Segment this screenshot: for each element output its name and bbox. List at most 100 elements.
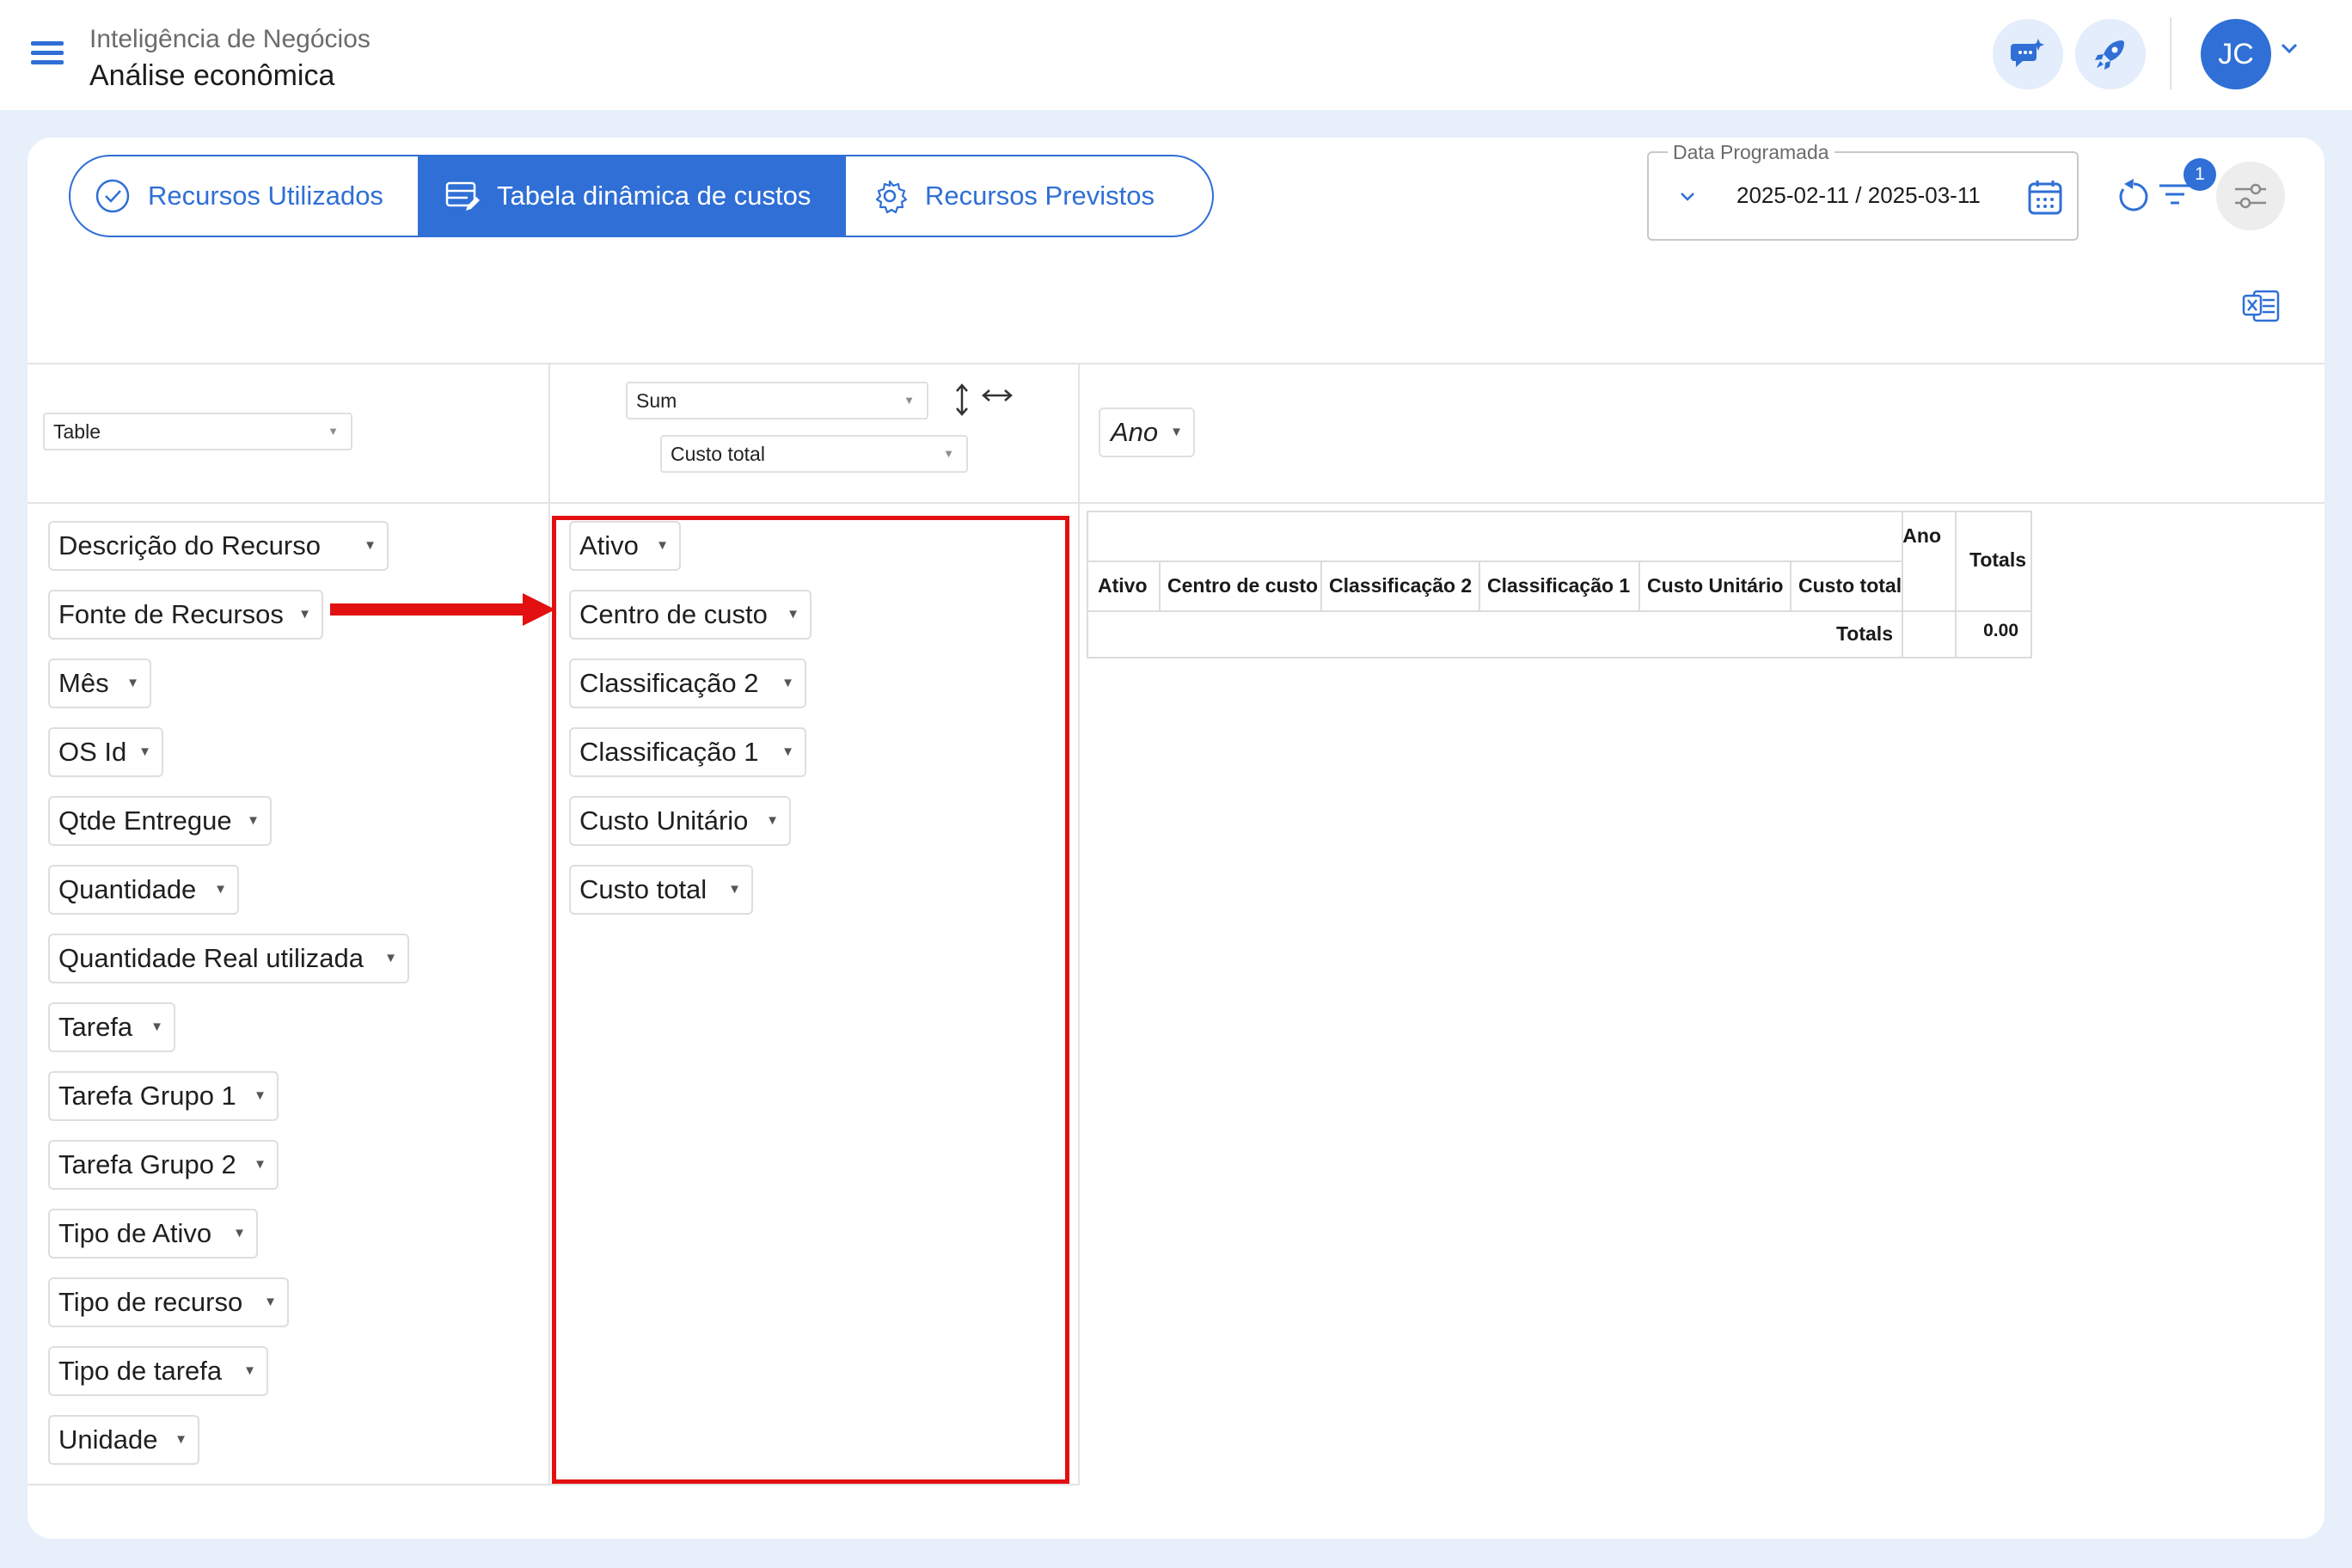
attribute-pill[interactable]: Unidade ▼ [48,1415,199,1465]
chevron-down-icon[interactable] [2280,41,2299,55]
avatar[interactable]: JC [2201,19,2271,89]
row-header-cell: Custo total [1798,574,1902,597]
attribute-pill[interactable]: OS Id ▼ [48,727,163,777]
row-header-cell: Classificação 1 [1487,574,1631,597]
row-sort-order-icon[interactable] [954,383,970,416]
attribute-pill[interactable]: Mês ▼ [48,658,151,708]
pivot-grid-line [28,502,2324,504]
aggregator-select[interactable]: Sum ▼ [626,382,928,420]
dropdown-arrow-icon: ▼ [126,676,139,690]
attribute-pill[interactable]: Tarefa Grupo 2 ▼ [48,1140,279,1190]
attribute-label: Tarefa Grupo 1 [58,1081,236,1111]
calendar-icon[interactable] [2027,179,2063,217]
table-line [1638,560,1640,610]
date-range-value: 2025-02-11 / 2025-03-11 [1736,182,1981,208]
attribute-pill[interactable]: Quantidade Real utilizada ▼ [48,934,409,983]
attribute-label: Tipo de tarefa [58,1356,223,1386]
date-field-label: Data Programada [1668,141,1834,164]
pivot-grid-line [1078,363,1080,1485]
attribute-label: OS Id [58,737,127,767]
dropdown-arrow-icon: ▼ [364,538,377,553]
pivot-grid-line [28,363,2324,364]
value-field-select[interactable]: Custo total ▼ [660,435,968,473]
chat-button[interactable] [1993,19,2063,89]
pivot-grid-line [28,1484,1080,1485]
column-attribute-ano[interactable]: Ano ▼ [1099,407,1195,457]
row-header-cell: Custo Unitário [1647,574,1784,597]
dropdown-arrow-icon: ▼ [298,607,311,622]
tab-label: Tabela dinâmica de custos [497,181,812,211]
table-line [1479,560,1480,610]
dropdown-arrow-icon: ▼ [264,1295,277,1309]
table-line [1159,560,1161,610]
table-line [1088,610,2030,612]
header-divider [2170,17,2171,89]
table-line [1790,560,1792,610]
attribute-pill[interactable]: Tarefa Grupo 1 ▼ [48,1071,279,1121]
attribute-label: Tarefa [58,1012,133,1042]
main-card: Recursos Utilizados Tabela dinâmica de c… [28,138,2324,1539]
column-attribute-label: Ano [1111,417,1159,447]
dropdown-arrow-icon: ▼ [254,1157,266,1172]
renderer-value: Table [53,420,101,443]
dropdown-arrow-icon: ▼ [1170,425,1183,439]
attribute-label: Qtde Entregue [58,805,232,836]
tab-label: Recursos Previstos [925,181,1155,211]
gear-icon [875,180,908,214]
attribute-label: Unidade [58,1424,158,1455]
rocket-icon [2095,40,2124,70]
pivot-result-table: Ano Totals Ativo Centro de custo Classif… [1087,511,2032,658]
chat-sparkle-icon [2011,39,2044,67]
highlight-box [552,516,1069,1484]
excel-export-icon[interactable] [2242,289,2280,323]
chevron-down-icon[interactable] [1678,191,1697,203]
attribute-label: Fonte de Recursos [58,599,284,629]
attribute-pill[interactable]: Tipo de tarefa ▼ [48,1346,268,1396]
attribute-label: Tipo de Ativo [58,1218,212,1248]
tab-recursos-previstos[interactable]: Recursos Previstos [846,156,1212,236]
tab-label: Recursos Utilizados [148,181,383,211]
attribute-pill[interactable]: Tipo de Ativo ▼ [48,1209,258,1259]
view-tabs: Recursos Utilizados Tabela dinâmica de c… [69,155,1214,237]
attribute-pill[interactable]: Quantidade ▼ [48,865,239,915]
tab-recursos-utilizados[interactable]: Recursos Utilizados [70,156,418,236]
table-line [1320,560,1322,610]
dropdown-arrow-icon: ▼ [254,1088,266,1103]
pivot-grid-line [548,363,550,1485]
sliders-icon [2235,183,2266,209]
top-bar: Inteligência de Negócios Análise econômi… [0,0,2352,110]
table-line [1955,512,1957,657]
annotation-arrow-icon [330,593,555,626]
refresh-icon[interactable] [2115,177,2153,215]
dropdown-arrow-icon: ▼ [138,744,151,759]
attribute-pill[interactable]: Tipo de recurso ▼ [48,1277,289,1327]
rocket-button[interactable] [2075,19,2146,89]
table-edit-icon [445,181,480,211]
dropdown-arrow-icon: ▼ [903,394,915,407]
page-header: Inteligência de Negócios Análise econômi… [89,22,371,95]
app-subtitle: Inteligência de Negócios [89,25,371,53]
attribute-label: Descrição do Recurso [58,530,321,560]
attribute-label: Quantidade Real utilizada [58,943,364,973]
tab-tabela-dinamica[interactable]: Tabela dinâmica de custos [418,156,846,236]
dropdown-arrow-icon: ▼ [150,1020,163,1034]
attribute-pill[interactable]: Fonte de Recursos ▼ [48,590,323,640]
col-sort-order-icon[interactable] [982,387,1013,404]
attribute-label: Tarefa Grupo 2 [58,1149,236,1179]
settings-button[interactable] [2216,162,2285,230]
row-header-cell: Ativo [1098,574,1148,597]
attribute-pill[interactable]: Qtde Entregue ▼ [48,796,272,846]
attribute-label: Quantidade [58,874,197,904]
row-header-cell: Classificação 2 [1329,574,1473,597]
attribute-label: Tipo de recurso [58,1287,243,1317]
attribute-label: Mês [58,668,109,698]
menu-icon[interactable] [31,40,65,67]
table-line [1088,560,1902,562]
attribute-pill[interactable]: Tarefa ▼ [48,1002,175,1052]
check-circle-icon [95,179,130,213]
date-range-field[interactable]: Data Programada 2025-02-11 / 2025-03-11 [1647,141,2079,241]
renderer-select[interactable]: Table ▼ [43,413,352,450]
dropdown-arrow-icon: ▼ [243,1363,256,1378]
value-field-value: Custo total [671,443,765,465]
attribute-pill[interactable]: Descrição do Recurso ▼ [48,521,389,571]
